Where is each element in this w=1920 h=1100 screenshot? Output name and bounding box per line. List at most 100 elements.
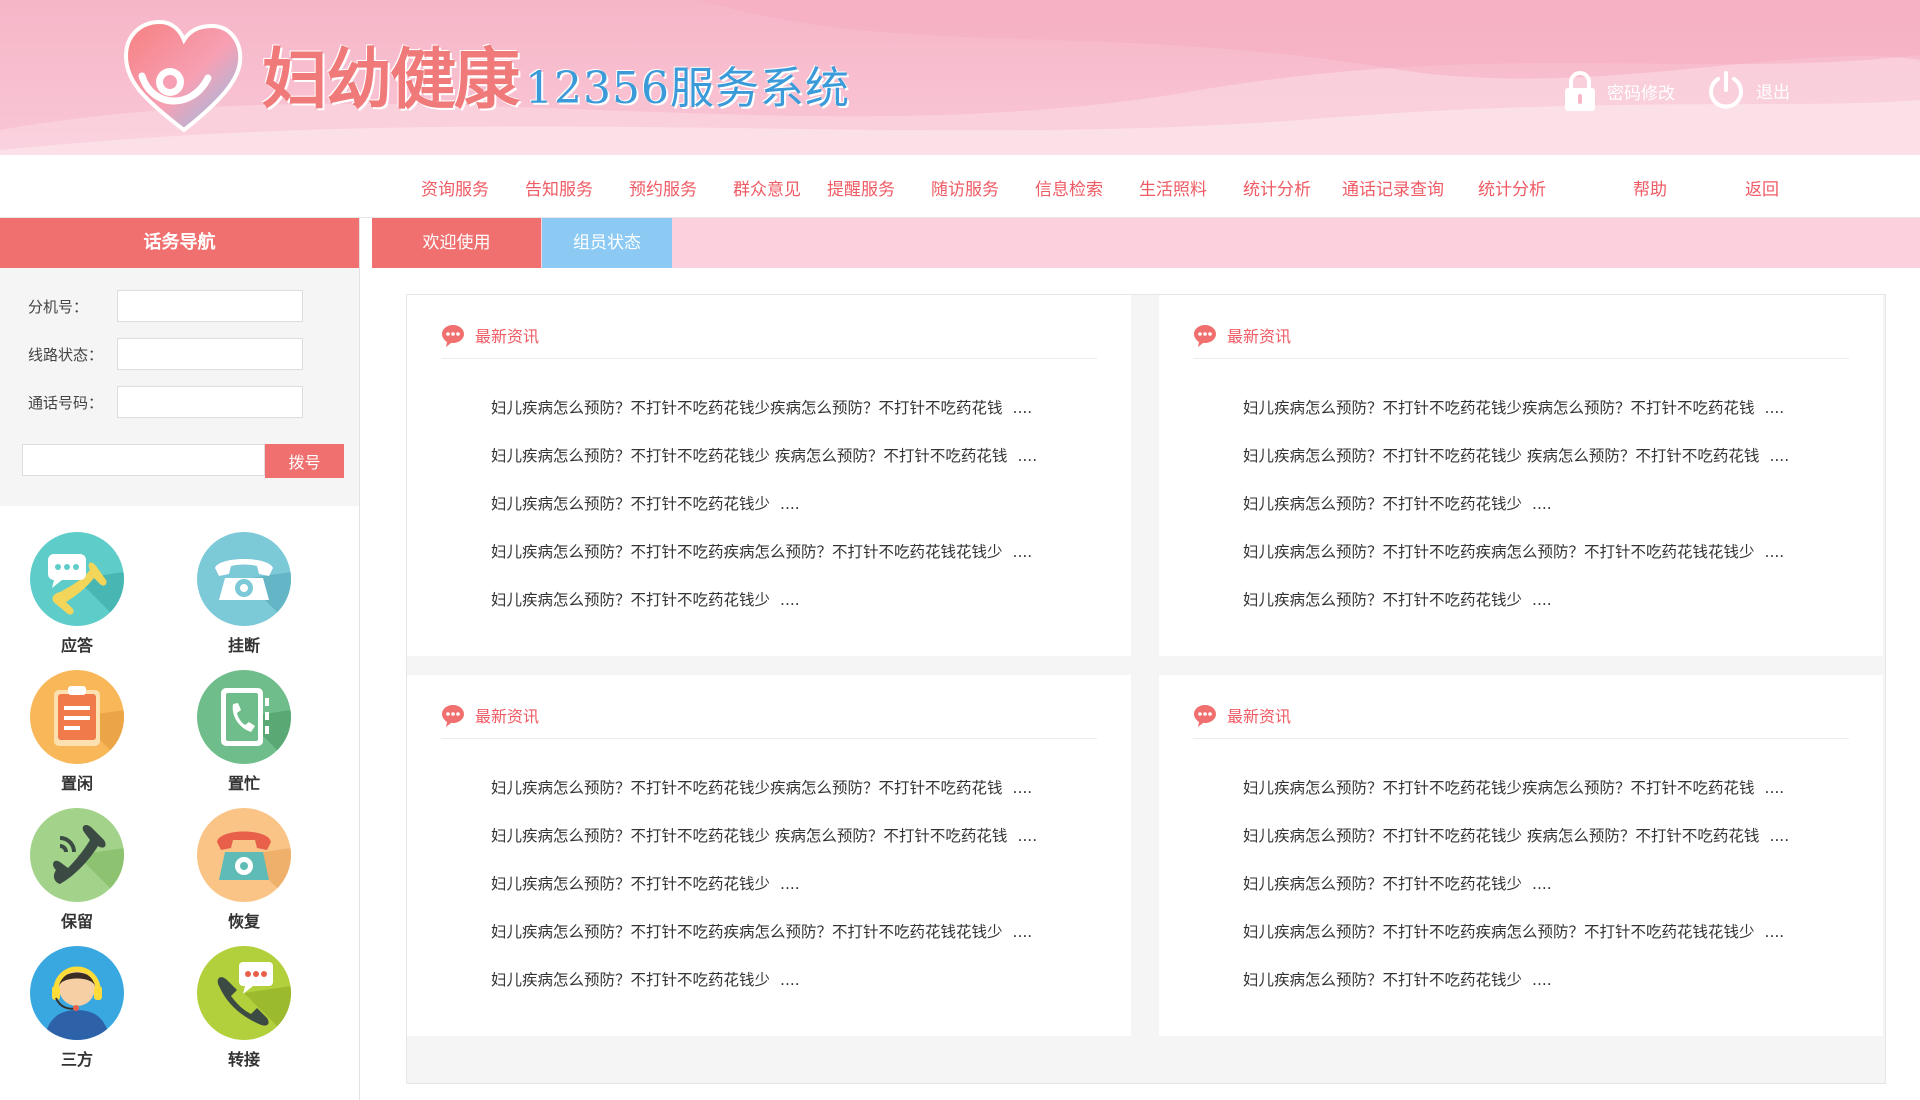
extension-input[interactable] <box>117 290 303 322</box>
chat-bubble-icon <box>1194 705 1216 727</box>
tab-welcome[interactable]: 欢迎使用 <box>372 218 541 268</box>
tab-member-status[interactable]: 组员状态 <box>542 218 672 268</box>
password-change-button[interactable]: 密码修改 <box>1563 70 1675 112</box>
news-item[interactable]: 妇儿疾病怎么预防？不打针不吃药疾病怎么预防？不打针不吃药花钱花钱少.... <box>491 920 1037 968</box>
news-item-text: 妇儿疾病怎么预防？不打针不吃药花钱少疾病怎么预防？不打针不吃药花钱 <box>491 399 1003 417</box>
ellipsis: .... <box>1012 779 1033 797</box>
hold-label: 保留 <box>60 912 93 931</box>
news-item[interactable]: 妇儿疾病怎么预防？不打针不吃药花钱少 疾病怎么预防？不打针不吃药花钱.... <box>491 824 1037 872</box>
ellipsis: .... <box>1764 779 1785 797</box>
nav-item-back[interactable]: 返回 <box>1745 175 1779 200</box>
ellipsis: .... <box>780 971 800 989</box>
extension-label: 分机号： <box>28 297 89 316</box>
logo-icon <box>123 19 243 133</box>
news-item[interactable]: 妇儿疾病怎么预防？不打针不吃药花钱少疾病怎么预防？不打针不吃药花钱.... <box>1243 396 1789 444</box>
news-item[interactable]: 妇儿疾病怎么预防？不打针不吃药花钱少.... <box>1243 872 1789 920</box>
busy-icon <box>197 670 291 764</box>
idle-button[interactable]: 置闲 <box>17 670 137 794</box>
nav-item-consult[interactable]: 资询服务 <box>421 175 489 200</box>
news-item-text: 妇儿疾病怎么预防？不打针不吃药花钱少 <box>491 495 771 513</box>
news-list: 妇儿疾病怎么预防？不打针不吃药花钱少疾病怎么预防？不打针不吃药花钱.... 妇儿… <box>1243 776 1789 1016</box>
three-way-icon <box>30 946 124 1040</box>
nav-item-help[interactable]: 帮助 <box>1633 175 1667 200</box>
nav-item-call-records[interactable]: 通话记录查询 <box>1342 175 1444 200</box>
news-item-text: 妇儿疾病怎么预防？不打针不吃药花钱少疾病怎么预防？不打针不吃药花钱 <box>491 779 1003 797</box>
news-item[interactable]: 妇儿疾病怎么预防？不打针不吃药疾病怎么预防？不打针不吃药花钱花钱少.... <box>491 540 1037 588</box>
nav-item-reminder[interactable]: 提醒服务 <box>827 175 895 200</box>
news-item[interactable]: 妇儿疾病怎么预防？不打针不吃药疾病怎么预防？不打针不吃药花钱花钱少.... <box>1243 920 1789 968</box>
ellipsis: .... <box>1764 399 1785 417</box>
line-status-input[interactable] <box>117 338 303 370</box>
dial-row: 拨号 <box>22 444 344 478</box>
nav-item-feedback[interactable]: 群众意见 <box>733 175 801 200</box>
answer-icon <box>30 532 124 626</box>
news-list: 妇儿疾病怎么预防？不打针不吃药花钱少疾病怎么预防？不打针不吃药花钱.... 妇儿… <box>491 396 1037 636</box>
resume-button[interactable]: 恢复 <box>184 808 304 932</box>
panel-title: 最新资讯 <box>1227 707 1292 726</box>
idle-label: 置闲 <box>60 774 93 793</box>
news-item[interactable]: 妇儿疾病怎么预防？不打针不吃药花钱少.... <box>491 492 1037 540</box>
call-number-input[interactable] <box>117 386 303 418</box>
news-item[interactable]: 妇儿疾病怎么预防？不打针不吃药花钱少.... <box>1243 492 1789 540</box>
news-item[interactable]: 妇儿疾病怎么预防？不打针不吃药花钱少疾病怎么预防？不打针不吃药花钱.... <box>1243 776 1789 824</box>
hangup-button[interactable]: 挂断 <box>184 532 304 656</box>
news-item[interactable]: 妇儿疾病怎么预防？不打针不吃药花钱少.... <box>491 588 1037 636</box>
nav-item-notify[interactable]: 告知服务 <box>525 175 593 200</box>
logout-button[interactable]: 退出 <box>1706 70 1790 110</box>
busy-button[interactable]: 置忙 <box>184 670 304 794</box>
lock-icon <box>1565 71 1595 111</box>
panel-title: 最新资讯 <box>1227 327 1292 346</box>
transfer-button[interactable]: 转接 <box>184 946 304 1070</box>
news-panel: 最新资讯 妇儿疾病怎么预防？不打针不吃药花钱少疾病怎么预防？不打针不吃药花钱..… <box>1159 675 1883 1036</box>
news-item-text: 妇儿疾病怎么预防？不打针不吃药花钱少 <box>1243 495 1523 513</box>
news-item[interactable]: 妇儿疾病怎么预防？不打针不吃药花钱少.... <box>1243 588 1789 636</box>
news-item-text: 妇儿疾病怎么预防？不打针不吃药花钱少 <box>491 591 771 609</box>
transfer-icon <box>197 946 291 1040</box>
ellipsis: .... <box>780 495 800 513</box>
ellipsis: .... <box>1017 447 1038 465</box>
news-item[interactable]: 妇儿疾病怎么预防？不打针不吃药花钱少 疾病怎么预防？不打针不吃药花钱.... <box>491 444 1037 492</box>
top-nav: 资询服务 告知服务 预约服务 群众意见 提醒服务 随访服务 信息检索 生活照料 … <box>0 155 1920 218</box>
nav-item-search[interactable]: 信息检索 <box>1035 175 1103 200</box>
news-panel: 最新资讯 妇儿疾病怎么预防？不打针不吃药花钱少疾病怎么预防？不打针不吃药花钱..… <box>407 295 1131 656</box>
brand-title: 妇幼健康 <box>262 40 520 118</box>
answer-label: 应答 <box>60 636 93 655</box>
news-item[interactable]: 妇儿疾病怎么预防？不打针不吃药花钱少疾病怎么预防？不打针不吃药花钱.... <box>491 776 1037 824</box>
dial-number-input[interactable] <box>22 444 265 476</box>
nav-item-statistics-2[interactable]: 统计分析 <box>1478 175 1546 200</box>
news-item[interactable]: 妇儿疾病怎么预防？不打针不吃药花钱少 疾病怎么预防？不打针不吃药花钱.... <box>1243 824 1789 872</box>
nav-item-appointment[interactable]: 预约服务 <box>629 175 697 200</box>
news-item[interactable]: 妇儿疾病怎么预防？不打针不吃药花钱少.... <box>491 872 1037 920</box>
news-item[interactable]: 妇儿疾病怎么预防？不打针不吃药花钱少疾病怎么预防？不打针不吃药花钱.... <box>491 396 1037 444</box>
resume-label: 恢复 <box>227 912 260 931</box>
ellipsis: .... <box>780 591 800 609</box>
nav-item-care[interactable]: 生活照料 <box>1139 175 1207 200</box>
hold-button[interactable]: 保留 <box>17 808 137 932</box>
panel-header: 最新资讯 <box>441 701 1097 739</box>
news-item-text: 妇儿疾病怎么预防？不打针不吃药花钱少 疾病怎么预防？不打针不吃药花钱 <box>1243 827 1760 845</box>
hold-icon <box>30 808 124 902</box>
nav-item-statistics[interactable]: 统计分析 <box>1243 175 1311 200</box>
news-item[interactable]: 妇儿疾病怎么预防？不打针不吃药花钱少 疾病怎么预防？不打针不吃药花钱.... <box>1243 444 1789 492</box>
sidebar: 话务导航 分机号： 线路状态： 通话号码： 拨号 应答 挂断 置闲 置忙 保留 … <box>0 218 360 1100</box>
news-item[interactable]: 妇儿疾病怎么预防？不打针不吃药疾病怎么预防？不打针不吃药花钱花钱少.... <box>1243 540 1789 588</box>
news-item-text: 妇儿疾病怎么预防？不打针不吃药花钱少疾病怎么预防？不打针不吃药花钱 <box>1243 779 1755 797</box>
news-list: 妇儿疾病怎么预防？不打针不吃药花钱少疾病怎么预防？不打针不吃药花钱.... 妇儿… <box>491 776 1037 1016</box>
extension-row: 分机号： <box>28 290 303 322</box>
three-way-button[interactable]: 三方 <box>17 946 137 1070</box>
ellipsis: .... <box>1532 875 1552 893</box>
dial-button[interactable]: 拨号 <box>265 444 344 478</box>
ellipsis: .... <box>1764 923 1785 941</box>
power-icon <box>1709 71 1743 109</box>
news-item[interactable]: 妇儿疾病怎么预防？不打针不吃药花钱少.... <box>1243 968 1789 1016</box>
news-item-text: 妇儿疾病怎么预防？不打针不吃药花钱少 <box>491 971 771 989</box>
news-item[interactable]: 妇儿疾病怎么预防？不打针不吃药花钱少.... <box>491 968 1037 1016</box>
ellipsis: .... <box>780 875 800 893</box>
answer-button[interactable]: 应答 <box>17 532 137 656</box>
logout-label: 退出 <box>1756 82 1790 103</box>
nav-item-followup[interactable]: 随访服务 <box>931 175 999 200</box>
line-status-row: 线路状态： <box>28 338 303 370</box>
panel-header: 最新资讯 <box>441 321 1097 359</box>
ellipsis: .... <box>1532 971 1552 989</box>
news-item-text: 妇儿疾病怎么预防？不打针不吃药花钱少 <box>1243 971 1523 989</box>
